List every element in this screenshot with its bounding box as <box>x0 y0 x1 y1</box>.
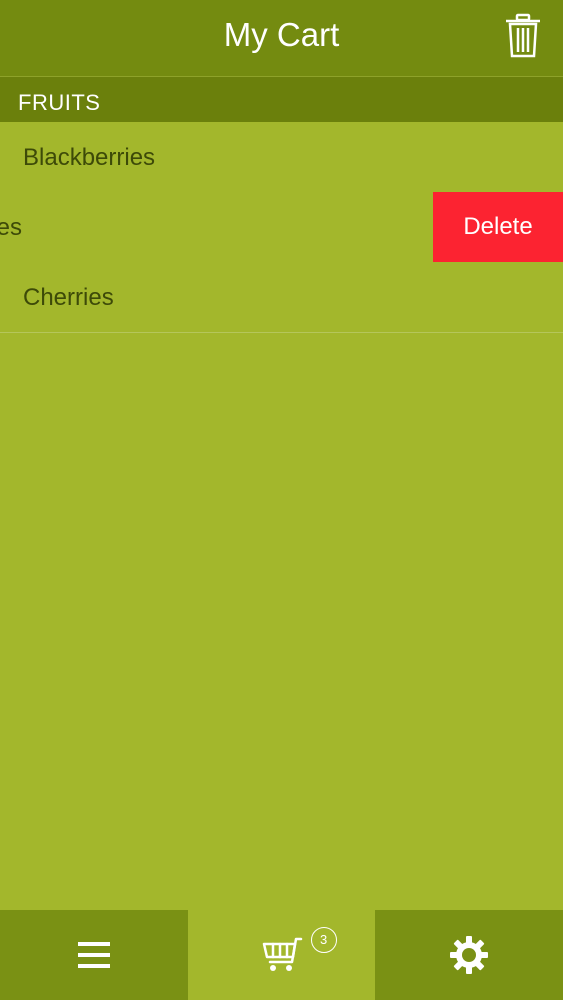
tab-settings[interactable] <box>375 910 563 1000</box>
section-header-fruits: FRUITS <box>0 77 563 122</box>
tab-menu[interactable] <box>0 910 188 1000</box>
list-item[interactable]: Cherries <box>0 262 563 333</box>
clear-cart-button[interactable] <box>503 12 543 60</box>
delete-button[interactable]: Delete <box>433 192 563 262</box>
list-item-swiped[interactable]: Blueberries Delete <box>0 192 563 263</box>
cart-count-badge: 3 <box>310 927 337 953</box>
list-item[interactable]: Blackberries <box>0 122 563 193</box>
item-label: Blueberries <box>0 214 22 241</box>
tab-bar: 3 <box>0 910 563 1000</box>
item-label: Blackberries <box>23 144 156 171</box>
trash-icon <box>506 13 540 58</box>
menu-icon <box>77 942 110 968</box>
page-title: My Cart <box>223 16 340 53</box>
item-label: Cherries <box>23 284 114 311</box>
section-title: FRUITS <box>18 90 101 115</box>
tab-cart[interactable]: 3 <box>187 910 376 1000</box>
header-bar: My Cart <box>0 0 563 77</box>
gear-icon <box>450 936 489 974</box>
cart-screen: My Cart FRUITS Blackberries Blueberries … <box>0 0 563 1000</box>
cart-icon <box>262 937 302 971</box>
